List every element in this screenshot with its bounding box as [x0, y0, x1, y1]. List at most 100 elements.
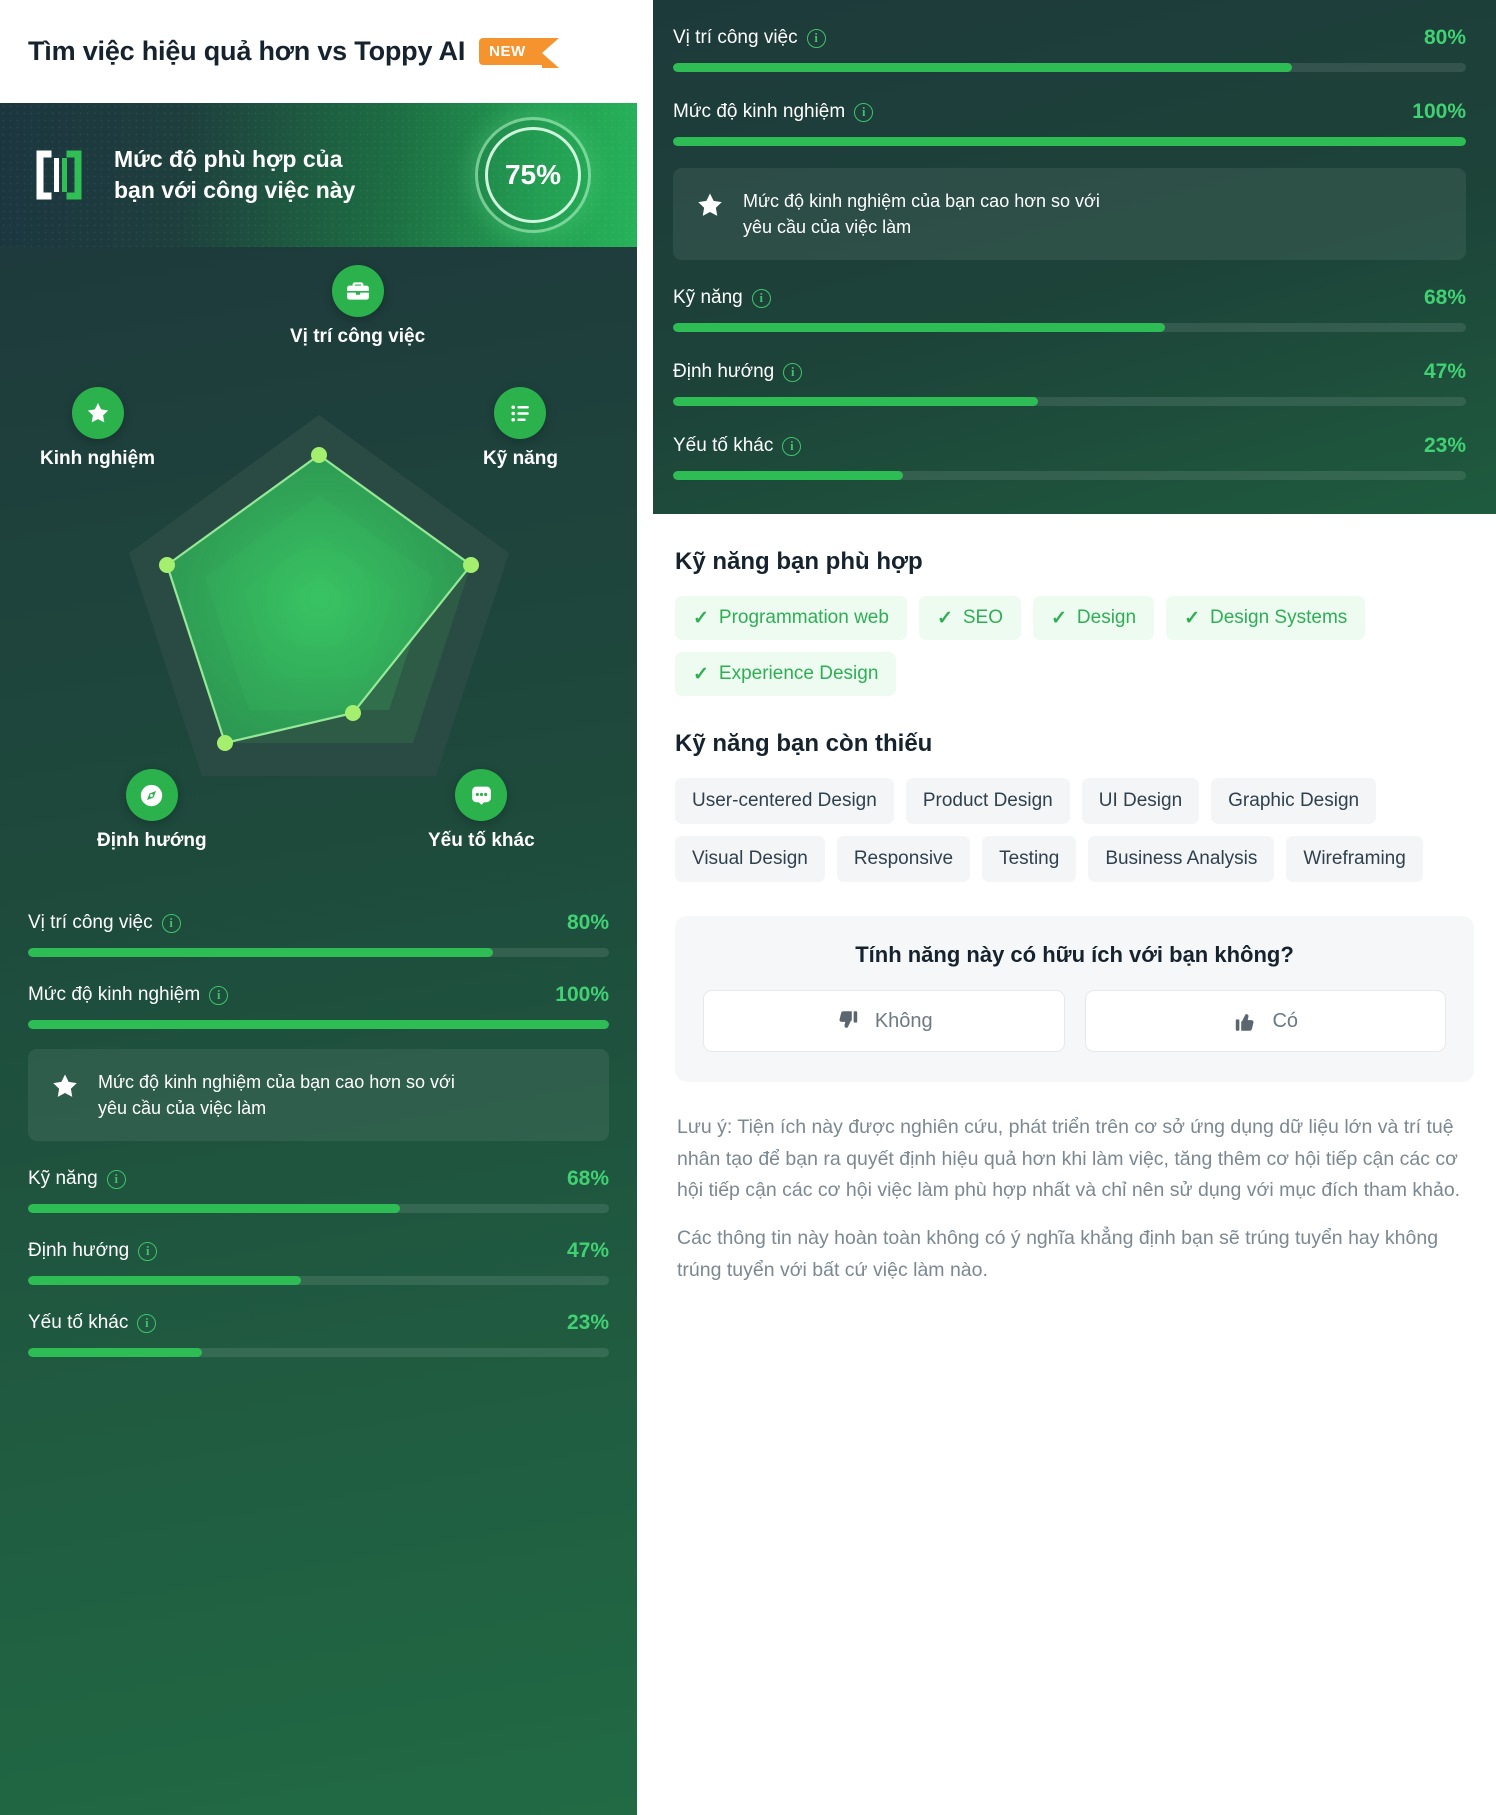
briefcase-icon: [331, 265, 384, 317]
fit-score-banner: Mức độ phù hợp của bạn với công việc này…: [0, 103, 637, 247]
missing-skill-chip[interactable]: Visual Design: [675, 836, 825, 883]
matched-skill-chip[interactable]: ✓ SEO: [918, 596, 1021, 641]
matched-skill-chip[interactable]: ✓ Programmation web: [675, 596, 907, 641]
metric-row: Yếu tố khác i 23%: [28, 1311, 609, 1358]
matched-skills-list: ✓ Programmation web ✓ SEO ✓ Design ✓ Des…: [675, 596, 1474, 697]
metric-pct: 23%: [1423, 434, 1466, 458]
metric-fill: [673, 471, 903, 481]
matched-skill-chip[interactable]: ✓ Experience Design: [675, 652, 897, 697]
metric-label: Kỹ năng: [673, 287, 743, 309]
missing-skill-chip[interactable]: Graphic Design: [1211, 778, 1377, 825]
missing-skill-chip[interactable]: Wireframing: [1286, 836, 1423, 883]
missing-skill-chip[interactable]: Product Design: [905, 778, 1070, 825]
radar-axis-label: Yếu tố khác: [428, 830, 535, 851]
metric-row: Vị trí công việc i 80%: [673, 26, 1466, 72]
metric-pct: 47%: [1423, 360, 1466, 384]
metric-pct: 100%: [555, 983, 609, 1006]
missing-skills-title: Kỹ năng bạn còn thiếu: [675, 730, 933, 758]
experience-note: Mức độ kinh nghiệm của bạn cao hơn so vớ…: [28, 1049, 609, 1142]
fit-score-caption-line1: Mức độ phù hợp của: [114, 146, 343, 173]
metric-fill: [28, 1020, 609, 1029]
metric-pct: 80%: [1423, 26, 1466, 49]
radar-axis-label: Định hướng: [97, 830, 207, 851]
disclaimer-paragraph-2: Các thông tin này hoàn toàn không có ý n…: [677, 1226, 1439, 1281]
metric-pct: 23%: [566, 1311, 609, 1335]
metric-row: Kỹ năng i 68%: [673, 286, 1466, 333]
feedback-yes-label: Có: [1272, 1009, 1299, 1032]
missing-skill-chip[interactable]: Responsive: [836, 836, 971, 883]
metric-track: [673, 63, 1466, 72]
info-icon[interactable]: i: [161, 913, 181, 933]
metric-label: Định hướng: [673, 361, 775, 383]
metric-fill: [673, 323, 1165, 333]
info-icon[interactable]: i: [106, 1169, 126, 1189]
metric-label: Yếu tố khác: [673, 435, 774, 457]
metric-track: [673, 323, 1466, 333]
missing-skill-chip[interactable]: Testing: [982, 836, 1077, 883]
info-icon[interactable]: i: [138, 1241, 158, 1261]
metric-pct: 68%: [566, 1167, 609, 1191]
radar-chart: Vị trí công việc Kỹ năng Yếu tố khác Địn…: [28, 247, 609, 907]
metric-fill: [673, 397, 1038, 407]
info-icon[interactable]: i: [806, 28, 826, 48]
app-root: Tìm việc hiệu quả hơn vs Toppy AI NEW Mứ…: [0, 0, 1496, 1815]
radar-plot: [128, 415, 509, 776]
info-icon[interactable]: i: [854, 102, 874, 122]
check-icon: ✓: [1051, 607, 1067, 629]
metric-row: Định hướng i 47%: [673, 360, 1466, 407]
metric-label: Vị trí công việc: [673, 27, 798, 48]
chip-label: Programmation web: [718, 607, 889, 629]
feedback-no-button[interactable]: Không: [703, 990, 1065, 1053]
skills-panel: Kỹ năng bạn phù hợp ✓ Programmation web …: [653, 514, 1496, 1815]
disclaimer-paragraph-1: Lưu ý: Tiện ích này được nghiên cứu, phá…: [677, 1116, 1461, 1202]
radar-point: [462, 557, 479, 573]
feedback-question: Tính năng này có hữu ích với bạn không?: [855, 942, 1294, 968]
disclaimer: Lưu ý: Tiện ích này được nghiên cứu, phá…: [675, 1082, 1474, 1286]
info-icon[interactable]: i: [751, 288, 771, 308]
metric-row: Định hướng i 47%: [28, 1239, 609, 1286]
page-header: Tìm việc hiệu quả hơn vs Toppy AI NEW: [0, 0, 637, 103]
check-icon: ✓: [1184, 607, 1200, 629]
missing-skill-chip[interactable]: User-centered Design: [675, 778, 894, 825]
metric-fill: [673, 137, 1466, 146]
missing-skill-chip[interactable]: UI Design: [1081, 778, 1200, 825]
experience-note-text: Mức độ kinh nghiệm của bạn cao hơn so vớ…: [743, 188, 1100, 240]
metric-track: [28, 1204, 609, 1214]
feedback-no-label: Không: [874, 1009, 933, 1032]
chip-label: Experience Design: [718, 663, 879, 685]
metric-fill: [28, 1204, 400, 1214]
left-body: Vị trí công việc Kỹ năng Yếu tố khác Địn…: [0, 247, 637, 1815]
new-badge: NEW: [479, 38, 559, 68]
info-icon[interactable]: i: [783, 362, 803, 382]
chip-label: Design Systems: [1210, 607, 1348, 629]
metric-label: Kỹ năng: [28, 1168, 98, 1190]
toppy-logo-icon: [28, 144, 90, 206]
chip-label: Design: [1076, 607, 1137, 629]
metric-track: [28, 948, 609, 957]
matched-skill-chip[interactable]: ✓ Design Systems: [1166, 596, 1366, 641]
metric-pct: 80%: [566, 911, 609, 934]
metric-track: [673, 471, 1466, 481]
check-icon: ✓: [693, 607, 709, 629]
metric-row: Mức độ kinh nghiệm i 100%: [28, 983, 609, 1029]
thumbs-down-icon: [835, 1008, 861, 1034]
feedback-buttons: Không Có: [703, 990, 1446, 1053]
radar-axis-label: Vị trí công việc: [290, 326, 426, 347]
fit-score-caption: Mức độ phù hợp của bạn với công việc này: [114, 144, 355, 205]
metric-track: [28, 1348, 609, 1358]
feedback-yes-button[interactable]: Có: [1084, 990, 1446, 1053]
info-icon[interactable]: i: [209, 985, 229, 1005]
metric-fill: [28, 1276, 302, 1286]
metric-track: [673, 137, 1466, 146]
right-column: Vị trí công việc i 80% Mức độ kinh nghiệ…: [653, 0, 1496, 1815]
matched-skill-chip[interactable]: ✓ Design: [1033, 596, 1155, 641]
info-icon[interactable]: i: [137, 1313, 157, 1333]
metric-fill: [28, 1348, 203, 1358]
left-column: Tìm việc hiệu quả hơn vs Toppy AI NEW Mứ…: [0, 0, 637, 1815]
info-icon[interactable]: i: [782, 436, 802, 456]
metric-pct: 100%: [1412, 100, 1466, 123]
metric-label: Mức độ kinh nghiệm: [673, 101, 846, 122]
metric-track: [673, 397, 1466, 407]
missing-skill-chip[interactable]: Business Analysis: [1088, 836, 1275, 883]
metric-label: Mức độ kinh nghiệm: [28, 984, 201, 1005]
